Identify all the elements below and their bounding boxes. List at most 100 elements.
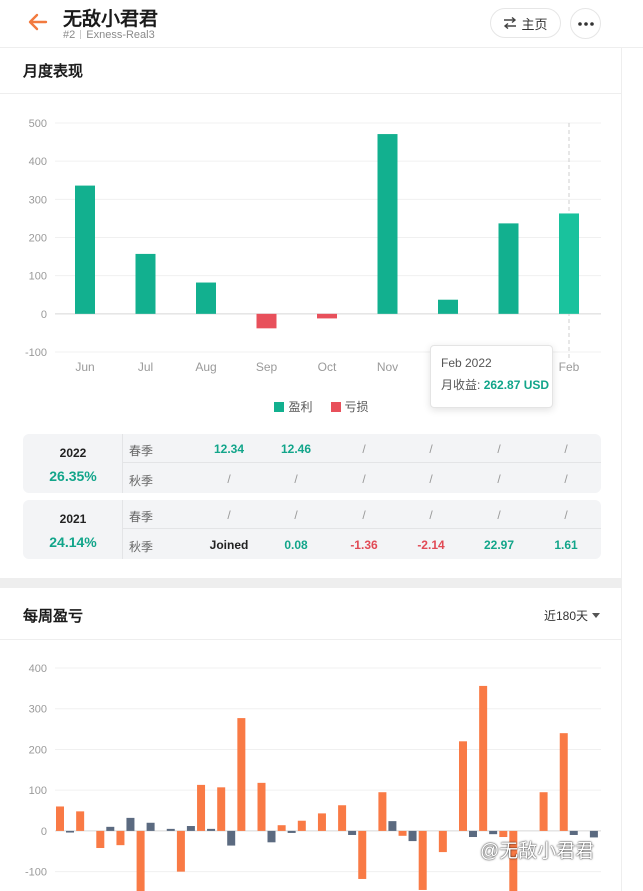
year-label: 2022 xyxy=(59,446,87,460)
legend-loss[interactable]: 亏损 xyxy=(330,398,369,415)
x-tick-label: Jul xyxy=(138,360,153,374)
season-cell: / xyxy=(227,508,231,522)
header-bar: 无敌小君君 #2 Exness-Real3 主页 xyxy=(0,0,643,48)
weekly-bar xyxy=(569,830,578,835)
year-label: 2021 xyxy=(59,512,87,526)
more-button[interactable] xyxy=(570,8,601,39)
weekly-bar xyxy=(459,741,467,831)
account-label: Exness-Real3 xyxy=(86,29,155,41)
weekly-bar xyxy=(166,828,175,831)
weekly-bar xyxy=(398,830,407,836)
weekly-bar xyxy=(348,830,357,835)
x-tick-label: Jun xyxy=(75,360,94,374)
bar xyxy=(377,134,398,314)
season-cell: 0.08 xyxy=(284,538,308,552)
weekly-bar xyxy=(358,830,367,879)
season-cell: / xyxy=(227,472,231,486)
tooltip-month: Feb 2022 xyxy=(441,356,492,370)
y-tick-label: 200 xyxy=(29,233,47,245)
season-cell: 12.46 xyxy=(280,442,312,456)
weekly-bar xyxy=(56,806,64,831)
weekly-bar xyxy=(176,830,185,872)
y-tick-label: 300 xyxy=(29,704,47,716)
weekly-bar xyxy=(96,830,105,849)
page-title: 无敌小君君 xyxy=(63,9,159,30)
weekly-bar xyxy=(136,830,145,891)
season-cell: / xyxy=(564,442,568,456)
bar xyxy=(135,253,156,314)
weekly-bar xyxy=(197,784,206,831)
weekly-bar xyxy=(66,830,74,833)
weekly-bar xyxy=(186,826,195,831)
divider xyxy=(80,30,82,39)
weekly-bar xyxy=(559,733,568,831)
season-cell: 1.61 xyxy=(554,538,578,552)
swap-icon xyxy=(504,17,517,29)
legend-profit-swatch xyxy=(274,401,285,412)
weekly-bar xyxy=(469,830,477,838)
y-tick-label: 0 xyxy=(41,309,47,321)
section-gap xyxy=(0,578,622,588)
y-tick-label: -100 xyxy=(25,867,47,879)
range-selector[interactable]: 近180天 xyxy=(544,607,601,624)
season-cell: 22.97 xyxy=(483,538,515,552)
more-dots-icon xyxy=(577,21,594,26)
weekly-bar xyxy=(297,820,306,831)
season-cell: / xyxy=(497,508,501,522)
bar xyxy=(256,313,277,329)
season-row: 春季 / / / / / / xyxy=(123,500,601,529)
monthly-section-title: 月度表现 xyxy=(23,63,84,80)
account-subtitle: #2 Exness-Real3 xyxy=(63,29,155,41)
legend-profit-label: 盈利 xyxy=(288,400,313,414)
season-label: 春季 xyxy=(129,510,154,524)
season-row: 秋季 Joined 0.08 -1.36 -2.14 22.97 1.61 xyxy=(123,530,601,559)
weekly-bar xyxy=(408,830,417,842)
season-label: 春季 xyxy=(129,444,154,458)
bar xyxy=(196,282,216,314)
year-table-2022: 2022 26.35% 春季 12.34 12.46 / / / / 秋季 / … xyxy=(23,434,601,493)
x-tick-label: Nov xyxy=(377,360,398,374)
season-cell: / xyxy=(294,472,298,486)
season-cell: / xyxy=(497,442,501,456)
weekly-bar xyxy=(277,825,286,831)
weekly-bar xyxy=(227,830,236,846)
y-tick-label: 300 xyxy=(29,194,47,206)
season-cell: / xyxy=(362,442,366,456)
season-label: 秋季 xyxy=(129,474,154,488)
tooltip-label: 月收益: xyxy=(441,378,481,392)
y-tick-label: 400 xyxy=(29,663,47,675)
legend-loss-swatch xyxy=(330,401,341,412)
season-cell: Joined xyxy=(209,538,249,552)
bar xyxy=(498,223,519,314)
weekly-bar xyxy=(479,685,488,831)
season-cell: 12.34 xyxy=(213,442,245,456)
year-cell xyxy=(23,500,123,559)
section-divider xyxy=(0,93,622,94)
season-label: 秋季 xyxy=(129,540,154,554)
weekly-bar xyxy=(388,821,397,831)
weekly-bar xyxy=(287,830,296,833)
year-cell xyxy=(23,434,123,493)
y-tick-label: 100 xyxy=(29,785,47,797)
y-tick-label: 400 xyxy=(29,156,47,168)
weekly-bar xyxy=(217,787,226,831)
back-arrow-icon[interactable] xyxy=(26,10,50,34)
x-tick-label: Aug xyxy=(195,360,216,374)
season-cell: -1.36 xyxy=(350,538,378,552)
year-percent: 26.35% xyxy=(49,468,97,484)
home-button[interactable]: 主页 xyxy=(490,8,561,38)
season-cell: / xyxy=(429,508,433,522)
y-tick-label: 500 xyxy=(29,118,47,130)
x-tick-label: Feb xyxy=(559,360,580,374)
weekly-bar xyxy=(489,830,498,835)
season-cell: / xyxy=(564,472,568,486)
legend-loss-label: 亏损 xyxy=(344,400,369,414)
section-divider xyxy=(0,639,622,640)
weekly-bar xyxy=(146,822,155,831)
weekly-bar xyxy=(116,830,125,846)
range-label: 近180天 xyxy=(544,609,589,623)
y-tick-label: 200 xyxy=(29,744,47,756)
year-percent: 24.14% xyxy=(49,534,97,550)
weekly-bar xyxy=(438,830,447,853)
legend-profit[interactable]: 盈利 xyxy=(274,398,313,415)
